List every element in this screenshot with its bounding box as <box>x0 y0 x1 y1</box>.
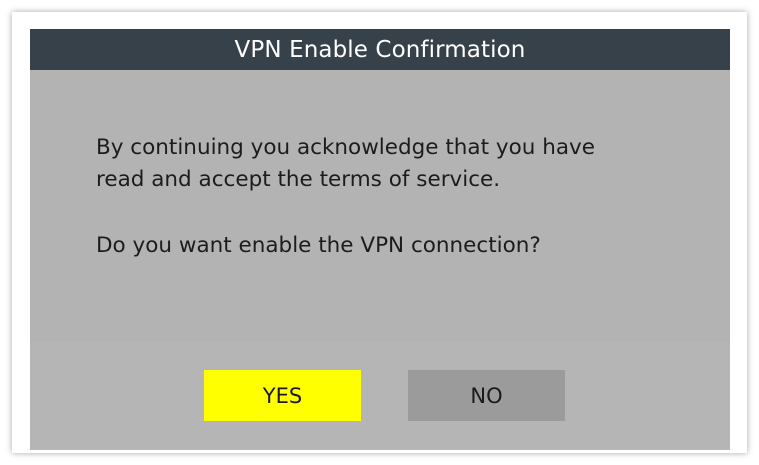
dialog-title: VPN Enable Confirmation <box>234 36 526 63</box>
terms-line-2: read and accept the terms of service. <box>96 167 501 192</box>
vpn-confirmation-dialog: VPN Enable Confirmation By continuing yo… <box>30 29 730 450</box>
no-button[interactable]: NO <box>408 370 565 421</box>
no-button-label: NO <box>470 383 503 408</box>
screenshot-frame: VPN Enable Confirmation By continuing yo… <box>12 12 747 453</box>
terms-line-1: By continuing you acknowledge that you h… <box>96 135 595 160</box>
dialog-body: By continuing you acknowledge that you h… <box>30 70 730 342</box>
dialog-titlebar: VPN Enable Confirmation <box>30 29 730 70</box>
confirmation-question: Do you want enable the VPN connection? <box>96 233 541 258</box>
dialog-message: By continuing you acknowledge that you h… <box>96 132 696 262</box>
yes-button-label: YES <box>262 383 303 408</box>
yes-button[interactable]: YES <box>204 370 361 421</box>
dialog-footer: YES NO <box>30 342 730 450</box>
